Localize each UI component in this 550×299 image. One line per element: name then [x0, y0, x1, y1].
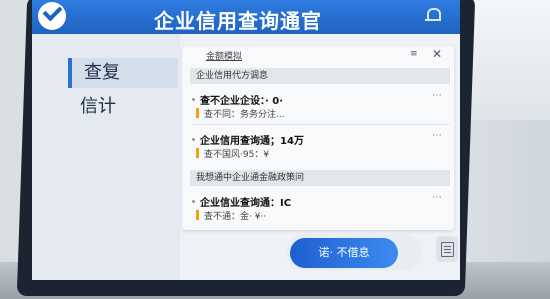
result-card[interactable]: 企业信用查询通；14万 查不国风·95：¥ ⋯	[192, 130, 450, 166]
card-title: 企业信业查询通：IC	[200, 198, 292, 209]
attach-button[interactable]	[436, 236, 458, 262]
result-card[interactable]: 企业信业查询通：IC 查不通：金· ¥·· ⋯	[192, 192, 450, 228]
send-button[interactable]: 诺· 不借息	[290, 238, 398, 268]
card-subtitle: 查不国风·95：¥	[204, 150, 270, 160]
background-window	[470, 0, 550, 120]
card-subtitle: 查不同：务务分注...	[204, 110, 285, 120]
more-icon[interactable]: ⋯	[432, 192, 442, 203]
sidebar-item-query[interactable]: 查复	[68, 58, 178, 88]
card-subtitle: 查不通：金· ¥··	[204, 212, 267, 222]
card-accent	[196, 108, 199, 118]
panel-title[interactable]: 金额模拟	[206, 49, 242, 62]
panel-header: 金额模拟 ≡ ✕	[182, 46, 454, 64]
document-icon	[441, 242, 454, 257]
more-icon[interactable]: ⋯	[432, 130, 442, 141]
section-header: 我想通中企业通金融政策问	[190, 170, 450, 186]
card-accent	[196, 210, 199, 220]
check-icon	[42, 1, 63, 22]
card-accent	[196, 148, 199, 158]
app-title: 企业信用查询通官	[154, 9, 322, 33]
title-bar: 企业信用查询通官	[32, 0, 460, 34]
sidebar-item-stats[interactable]: 信计	[68, 92, 178, 122]
sidebar: 查复 信计	[32, 34, 180, 280]
sidebar-item-label: 查复	[84, 62, 120, 83]
app-logo	[38, 1, 66, 30]
more-icon[interactable]: ⋯	[432, 90, 442, 101]
app-window: 企业信用查询通官 查复 信计 金额模拟 ≡ ✕ 企业信用代方调息 查不企业企设：…	[32, 0, 460, 280]
sidebar-item-label: 信计	[80, 96, 116, 117]
result-card[interactable]: 查不企业企设：· 0· 查不同：务务分注... ⋯	[192, 90, 450, 126]
section-header: 企业信用代方调息	[190, 68, 450, 84]
card-title: 企业信用查询通；14万	[200, 136, 304, 147]
chat-panel: 金额模拟 ≡ ✕ 企业信用代方调息 查不企业企设：· 0· 查不同：务务分注..…	[182, 46, 454, 230]
close-icon[interactable]: ✕	[432, 47, 442, 61]
card-title: 查不企业企设：· 0·	[200, 96, 284, 107]
bell-icon[interactable]	[425, 6, 441, 22]
menu-icon[interactable]: ≡	[410, 49, 418, 59]
